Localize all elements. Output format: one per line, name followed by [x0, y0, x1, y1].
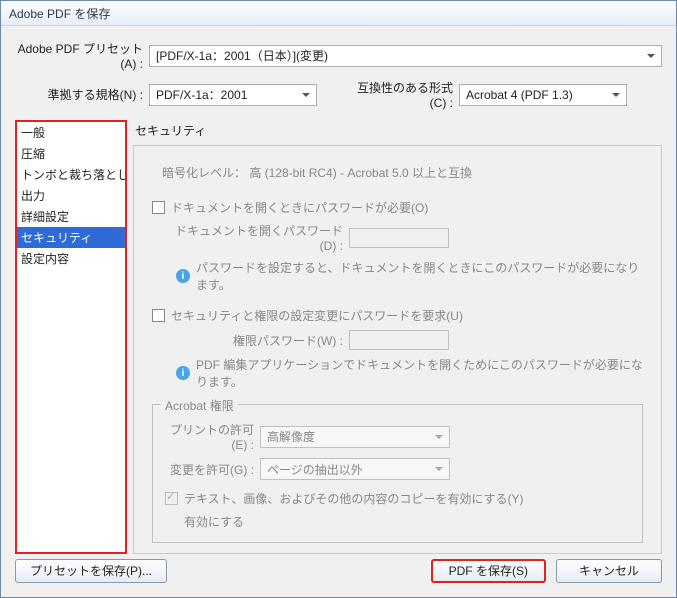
print-allow-value: 高解像度 — [267, 428, 315, 445]
compat-select[interactable]: Acrobat 4 (PDF 1.3) — [459, 84, 627, 106]
info-icon: i — [176, 269, 190, 283]
preset-select[interactable]: [PDF/X-1a：2001（日本）](変更) — [149, 45, 662, 67]
perm-pw-label: 権限パスワード(W) : — [174, 332, 349, 349]
titlebar: Adobe PDF を保存 — [1, 1, 676, 26]
sidebar-item-security[interactable]: セキュリティ — [17, 227, 125, 248]
changes-allow-row: 変更を許可(G) : ページの抽出以外 — [165, 458, 630, 480]
open-pw-label: ドキュメントを開くパスワード(D) : — [174, 222, 349, 253]
standard-row: 準拠する規格(N) : PDF/X-1a：2001 互換性のある形式(C) : … — [15, 79, 662, 110]
encryption-level: 暗号化レベル： 高 (128-bit RC4) - Acrobat 5.0 以上… — [162, 164, 643, 181]
print-allow-label: プリントの許可(E) : — [165, 421, 260, 452]
perm-pw-info-text: PDF 編集アプリケーションでドキュメントを開くためにこのパスワードが必要になり… — [196, 356, 643, 390]
sidebar-item-marks[interactable]: トンボと裁ち落とし — [17, 164, 125, 185]
panel: セキュリティ 暗号化レベル： 高 (128-bit RC4) - Acrobat… — [133, 120, 662, 554]
perm-pw-check-row: セキュリティと権限の設定変更にパスワードを要求(U) — [152, 307, 643, 324]
open-pw-check-row: ドキュメントを開くときにパスワードが必要(O) — [152, 199, 643, 216]
sidebar-item-compression[interactable]: 圧縮 — [17, 143, 125, 164]
compat-value: Acrobat 4 (PDF 1.3) — [466, 88, 573, 102]
preset-row: Adobe PDF プリセット(A) : [PDF/X-1a：2001（日本）]… — [15, 40, 662, 71]
save-pdf-button[interactable]: PDF を保存(S) — [431, 559, 546, 583]
sidebar-item-output[interactable]: 出力 — [17, 185, 125, 206]
panel-heading: セキュリティ — [133, 120, 662, 145]
perm-pw-checkbox[interactable] — [152, 309, 165, 322]
save-pdf-dialog: Adobe PDF を保存 Adobe PDF プリセット(A) : [PDF/… — [0, 0, 677, 598]
copy-check-row: テキスト、画像、およびその他の内容のコピーを有効にする(Y) — [165, 490, 630, 507]
standard-select[interactable]: PDF/X-1a：2001 — [149, 84, 317, 106]
save-preset-button[interactable]: プリセットを保存(P)... — [15, 559, 167, 583]
window-title: Adobe PDF を保存 — [9, 5, 110, 22]
cancel-label: キャンセル — [579, 562, 639, 579]
sidebar-item-advanced[interactable]: 詳細設定 — [17, 206, 125, 227]
open-pw-info-text: パスワードを設定すると、ドキュメントを開くときにこのパスワードが必要になります。 — [196, 259, 643, 293]
open-pw-checkbox[interactable] — [152, 201, 165, 214]
panel-body: 暗号化レベル： 高 (128-bit RC4) - Acrobat 5.0 以上… — [133, 145, 662, 554]
open-pw-input — [349, 228, 449, 248]
acrobat-permissions: Acrobat 権限 プリントの許可(E) : 高解像度 変更を許可(G) : … — [152, 404, 643, 543]
footer: プリセットを保存(P)... PDF を保存(S) キャンセル — [1, 554, 676, 597]
save-pdf-label: PDF を保存(S) — [449, 562, 528, 579]
standard-value: PDF/X-1a：2001 — [156, 86, 247, 103]
copy-sub-label: 有効にする — [184, 513, 630, 530]
perm-pw-input — [349, 330, 449, 350]
perm-pw-info: i PDF 編集アプリケーションでドキュメントを開くためにこのパスワードが必要に… — [176, 356, 643, 390]
perm-pw-field-row: 権限パスワード(W) : — [174, 330, 643, 350]
content: Adobe PDF プリセット(A) : [PDF/X-1a：2001（日本）]… — [1, 26, 676, 554]
print-allow-row: プリントの許可(E) : 高解像度 — [165, 421, 630, 452]
open-pw-info: i パスワードを設定すると、ドキュメントを開くときにこのパスワードが必要になりま… — [176, 259, 643, 293]
open-pw-check-label: ドキュメントを開くときにパスワードが必要(O) — [171, 199, 428, 216]
open-pw-field-row: ドキュメントを開くパスワード(D) : — [174, 222, 643, 253]
save-preset-label: プリセットを保存(P)... — [30, 562, 152, 579]
changes-allow-select: ページの抽出以外 — [260, 458, 450, 480]
copy-check-label: テキスト、画像、およびその他の内容のコピーを有効にする(Y) — [184, 490, 524, 507]
perm-pw-check-label: セキュリティと権限の設定変更にパスワードを要求(U) — [171, 307, 463, 324]
info-icon: i — [176, 366, 190, 380]
acrobat-legend: Acrobat 権限 — [161, 397, 238, 414]
changes-allow-value: ページの抽出以外 — [267, 461, 363, 478]
copy-checkbox — [165, 492, 178, 505]
sidebar-item-general[interactable]: 一般 — [17, 122, 125, 143]
preset-value: [PDF/X-1a：2001（日本）](変更) — [156, 47, 328, 64]
changes-allow-label: 変更を許可(G) : — [165, 461, 260, 478]
standard-label: 準拠する規格(N) : — [15, 86, 149, 103]
preset-label: Adobe PDF プリセット(A) : — [15, 40, 149, 71]
print-allow-select: 高解像度 — [260, 426, 450, 448]
cancel-button[interactable]: キャンセル — [556, 559, 662, 583]
compat-label: 互換性のある形式(C) : — [345, 79, 459, 110]
sidebar-item-summary[interactable]: 設定内容 — [17, 248, 125, 269]
sidebar: 一般 圧縮 トンボと裁ち落とし 出力 詳細設定 セキュリティ 設定内容 — [15, 120, 127, 554]
main-area: 一般 圧縮 トンボと裁ち落とし 出力 詳細設定 セキュリティ 設定内容 セキュリ… — [15, 120, 662, 554]
